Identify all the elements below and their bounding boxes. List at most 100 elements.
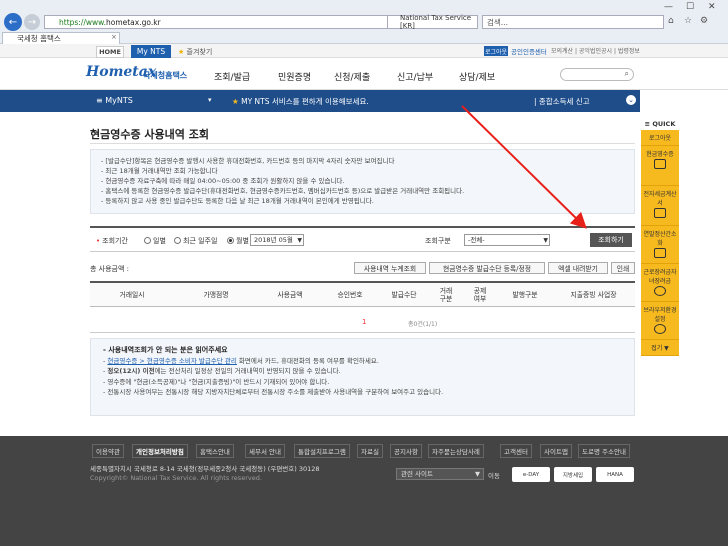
excel-download-button[interactable]: 엑셀 내려받기 [548, 262, 608, 274]
url-domain: hometax.go.kr [105, 17, 161, 27]
mynts-label: My NTS [136, 47, 166, 56]
title-divider [90, 143, 635, 144]
col-issue-type[interactable]: 발행구분 [498, 283, 552, 307]
search-form: • 조회기간 일별 최근 일주일 월별 2018년 05월 ▼ 조회구분 -전체- ▼… [90, 226, 635, 252]
cert-center-link[interactable]: 공인인증센터 [511, 46, 547, 56]
col-amount[interactable]: 사용금액 [258, 283, 322, 307]
menu-consultation[interactable]: 상담/제보 [459, 70, 495, 83]
page-number[interactable]: 1 [362, 318, 366, 326]
month-select[interactable]: 2018년 05월 ▼ [250, 234, 304, 246]
menu-tax-filing[interactable]: 신고/납부 [397, 70, 433, 83]
col-approval[interactable]: 승인번호 [322, 283, 378, 307]
menu-application[interactable]: 신청/제출 [334, 70, 370, 83]
badge-eday[interactable]: e-DAY [512, 467, 550, 482]
close-tab-icon[interactable]: × [111, 33, 117, 41]
related-sites-select[interactable]: 관련 사이트 ▼ [396, 468, 484, 480]
back-icon[interactable]: ← [4, 13, 22, 31]
home-button[interactable]: HOME [96, 46, 124, 58]
maximize-icon[interactable]: ☐ [686, 2, 694, 12]
query-button[interactable]: 조회하기 [590, 233, 632, 247]
period-label-text: 조회기간 [102, 237, 128, 245]
footer-link[interactable]: 자주묻는상담사례 [428, 444, 484, 458]
footer-link[interactable]: 통합설치프로그램 [294, 444, 350, 458]
settings-icon [654, 324, 666, 334]
footer-link[interactable]: 이용약관 [92, 444, 124, 458]
dropdown-arrow-icon: ▼ [297, 237, 302, 244]
radio-monthly[interactable]: 월별 [227, 236, 249, 246]
gear-icon[interactable]: ⚙ [700, 16, 708, 26]
address-bar[interactable]: https://www.hometax.go.kr [44, 15, 388, 29]
cumulative-button[interactable]: 사용내역 누계조회 [354, 262, 426, 274]
register-method-button[interactable]: 현금영수증 발급수단 등록/정정 [429, 262, 545, 274]
col-merchant[interactable]: 가맹점명 [174, 283, 258, 307]
radio-week-label: 최근 일주일 [183, 237, 218, 245]
footer-link[interactable]: 홈택스안내 [196, 444, 234, 458]
home-icon[interactable]: ⌂ [668, 16, 674, 26]
total-amount-label: 총 사용금액 : [90, 265, 130, 273]
col-deduction[interactable]: 공제 여부 [462, 283, 498, 307]
cumulative-label: 사용내역 누계조회 [363, 265, 417, 273]
minimize-icon[interactable]: — [664, 2, 673, 12]
util-links[interactable]: 모의계산 | 공익법인공시 | 법령정보 [551, 46, 640, 55]
col-business[interactable]: 지출증빙 사업장 [552, 283, 635, 307]
browser-search-input[interactable]: 검색... [482, 15, 664, 29]
mynts-menu[interactable]: ≡ MyNTS [96, 96, 133, 105]
footer-link[interactable]: 도로명 주소안내 [578, 444, 630, 458]
quick-collapse[interactable]: 접기 ▼ [641, 340, 679, 356]
footer-link[interactable]: 세무서 안내 [245, 444, 285, 458]
info-line: - 현금영수증 자료구축에 따라 매일 04:00~05:00 중 조회가 원활… [101, 177, 345, 185]
col-date[interactable]: 거래일시 [90, 283, 174, 307]
search-icon[interactable]: ⌕ [625, 69, 629, 79]
quick-browser-settings-label: 브라우저환경설정 [643, 307, 677, 323]
method-management-link[interactable]: 현금영수증 > 현금영수증 소비자 발급수단 관리 [107, 357, 236, 365]
radio-daily[interactable]: 일별 [144, 236, 166, 246]
notice-line: - 현금영수증 > 현금영수증 소비자 발급수단 관리 화면에서 카드, 휴대전… [103, 356, 379, 365]
expand-icon[interactable]: ⌄ [626, 95, 636, 105]
badge-local-tax[interactable]: 지방세입 [554, 467, 592, 482]
go-button[interactable]: 이동 [488, 470, 500, 480]
notice-bold: 정오(12시) 이전 [107, 367, 155, 375]
badge-hana[interactable]: HANA [596, 467, 634, 482]
col-trans-type[interactable]: 거래 구분 [430, 283, 462, 307]
dropdown-arrow-icon: ▼ [543, 237, 548, 244]
forward-icon[interactable]: → [24, 14, 40, 30]
star-icon[interactable]: ☆ [684, 16, 692, 26]
footer-address: 세종특별자치시 국세청로 8-14 국세청(정부세종2청사 국세청동) (우편번… [90, 465, 320, 473]
radio-week[interactable]: 최근 일주일 [174, 236, 217, 246]
footer-link[interactable]: 사이트맵 [540, 444, 572, 458]
close-icon[interactable]: ✕ [708, 2, 716, 12]
quick-logout[interactable]: 로그아웃 [641, 130, 679, 146]
footer-link[interactable]: 고객센터 [500, 444, 532, 458]
mynts-message-text: MY NTS 서비스를 편하게 이용해보세요. [241, 97, 369, 106]
site-search-input[interactable]: ⌕ [560, 68, 634, 81]
logout-button[interactable]: 로그아웃 [484, 46, 508, 56]
chevron-down-icon[interactable]: ▾ [208, 96, 212, 104]
footer-link[interactable]: 개인정보처리방침 [132, 444, 188, 458]
quick-logout-label: 로그아웃 [648, 135, 672, 142]
footer-link[interactable]: 자료실 [357, 444, 383, 458]
col-method[interactable]: 발급수단 [378, 283, 430, 307]
quick-year-end[interactable]: 연말정산간소화 [641, 226, 679, 264]
mynts-button[interactable]: My NTS [131, 45, 171, 58]
income-tax-link[interactable]: | 종합소득세 신고 [534, 96, 590, 107]
footer-copyright: Copyright© National Tax Service. All rig… [90, 474, 262, 482]
register-method-label: 현금영수증 발급수단 등록/정정 [443, 265, 531, 273]
certificate-label[interactable]: National Tax Service [KR] [388, 14, 478, 30]
type-value: -전체- [468, 236, 485, 244]
document-icon [654, 248, 666, 258]
quick-cash-receipt[interactable]: 현금영수증 [641, 146, 679, 186]
quick-e-invoice[interactable]: 전자세금계산서 [641, 186, 679, 226]
favorite-link[interactable]: ★ 즐겨찾기 [178, 47, 212, 57]
url-prefix: https://www. [59, 17, 106, 27]
notice-line: - 영수증에 "현금(소득공제)"나 "현금(지출증빙)"이 반드시 기재되어 … [103, 377, 330, 386]
menu-certificates[interactable]: 민원증명 [278, 70, 311, 83]
type-label: 조회구분 [425, 237, 451, 245]
print-button[interactable]: 인쇄 [611, 262, 635, 274]
type-select[interactable]: -전체- ▼ [464, 234, 550, 246]
browser-tab[interactable]: 국세청 홈택스 [2, 32, 120, 44]
quick-incentive[interactable]: 근로장려금자녀장려금 [641, 264, 679, 302]
footer-link[interactable]: 공지사항 [390, 444, 422, 458]
notice-line2-text: 에는 전산처리 일정상 전일의 거래내역이 반영되지 않을 수 있습니다. [154, 367, 341, 375]
quick-browser-settings[interactable]: 브라우저환경설정 [641, 302, 679, 340]
menu-inquiry[interactable]: 조회/발급 [214, 70, 250, 83]
